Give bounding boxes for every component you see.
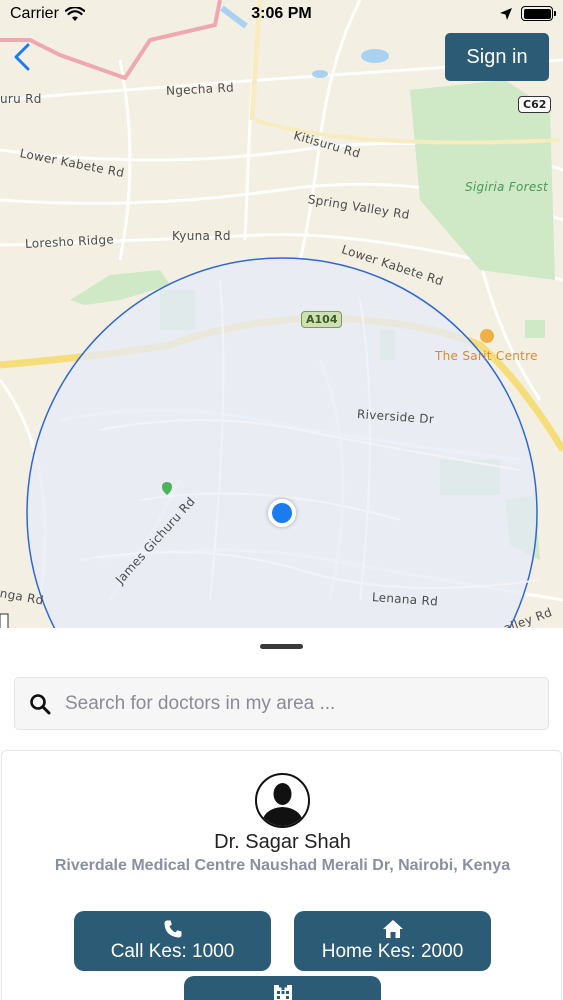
doctor-avatar (255, 773, 310, 828)
bottom-sheet: Dr. Sagar Shah Riverdale Medical Centre … (0, 628, 563, 1000)
status-indicators (499, 6, 556, 21)
call-consult-button[interactable]: Call Kes: 1000 (74, 911, 271, 971)
phone-icon (164, 920, 181, 938)
current-location-marker[interactable] (268, 499, 296, 527)
search-icon (15, 693, 65, 715)
map-background (0, 0, 563, 630)
location-arrow-icon (500, 7, 512, 20)
sheet-drag-handle[interactable] (260, 644, 303, 649)
search-input[interactable] (65, 678, 548, 729)
battery-icon (521, 6, 556, 21)
back-button[interactable] (8, 38, 36, 76)
map-label-uru-rd: uru Rd (0, 92, 42, 106)
map-label-sigiria-forest: Sigiria Forest (465, 180, 549, 194)
doctor-name: Dr. Sagar Shah (214, 831, 351, 853)
doctor-card[interactable]: Dr. Sagar Shah Riverdale Medical Centre … (1, 750, 562, 1000)
doctor-search-bar[interactable] (14, 677, 549, 730)
road-shield-a104: A104 (301, 311, 343, 328)
home-visit-button[interactable]: Home Kes: 2000 (294, 911, 491, 971)
status-time: 3:06 PM (251, 5, 312, 22)
call-consult-label: Call Kes: 1000 (110, 941, 235, 962)
doctor-address: Riverdale Medical Centre Naushad Merali … (54, 857, 511, 874)
chevron-left-icon (14, 43, 30, 71)
home-visit-label: Home Kes: 2000 (321, 941, 464, 962)
map-view[interactable]: uru Rd Ngecha Rd Kitisuru Rd Lower Kabet… (0, 0, 563, 630)
person-silhouette-icon (261, 783, 304, 826)
hospital-icon (273, 982, 292, 1000)
clinic-visit-button[interactable] (184, 976, 381, 1000)
sign-in-button[interactable]: Sign in (445, 33, 549, 81)
status-bar: Carrier 3:06 PM (0, 0, 563, 30)
road-shield-c62: C62 (518, 96, 552, 113)
home-icon (382, 920, 403, 938)
map-label-sarit-centre: The Sarit Centre (435, 349, 538, 363)
map-label-kyuna-rd: Kyuna Rd (172, 229, 231, 243)
